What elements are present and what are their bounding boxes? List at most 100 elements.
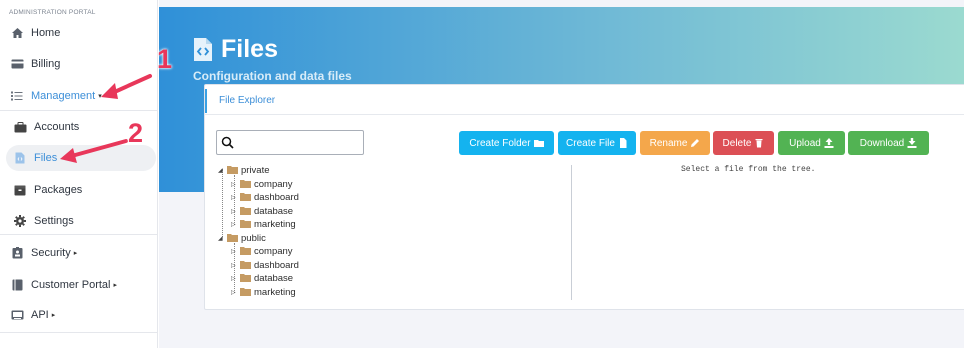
sidebar-item-billing[interactable]: Billing [0, 51, 158, 77]
divider [0, 332, 158, 333]
divider [0, 234, 158, 235]
sidebar-item-label: Packages [34, 184, 83, 196]
sidebar-item-label: Files [34, 152, 58, 164]
file-explorer-card: File Explorer Create Folder Create File … [204, 84, 964, 310]
rename-label: Rename [649, 137, 688, 149]
page-title-text: Files [221, 35, 278, 63]
sidebar-item-packages[interactable]: Packages [0, 177, 158, 203]
page-title: Files [193, 35, 278, 64]
tree-node-label: dashboard [254, 191, 299, 203]
chevron-right-icon: ▸ [113, 282, 117, 289]
terminal-icon [10, 308, 24, 322]
home-icon [10, 26, 24, 40]
download-button[interactable]: Download [848, 131, 929, 155]
card-header: File Explorer [205, 85, 964, 115]
package-icon [13, 183, 27, 197]
rename-button[interactable]: Rename [640, 131, 710, 155]
folder-icon [240, 220, 251, 228]
delete-button[interactable]: Delete [713, 131, 774, 155]
tree-node-label: public [241, 232, 266, 244]
folder-icon [240, 274, 251, 282]
caret-right-icon: ▷ [231, 181, 236, 188]
card-title: File Explorer [219, 95, 276, 106]
file-code-icon [13, 151, 27, 165]
tree-folder-private-database[interactable]: ▷ database [231, 205, 293, 217]
tree-node-label: company [254, 245, 293, 257]
download-label: Download [859, 137, 905, 149]
tree-folder-public[interactable]: ◢ public [218, 232, 266, 244]
annotation-step-1: 1 [157, 44, 173, 74]
trash-icon [755, 139, 763, 148]
tree-folder-public-database[interactable]: ▷ database [231, 272, 293, 284]
create-folder-button[interactable]: Create Folder [459, 131, 554, 155]
chevron-down-icon: ▾ [98, 93, 102, 100]
folder-icon [240, 207, 251, 215]
tree-folder-private-dashboard[interactable]: ▷ dashboard [231, 191, 299, 203]
chevron-right-icon: ▸ [73, 250, 78, 257]
file-icon [619, 138, 627, 148]
caret-right-icon: ▷ [231, 221, 236, 228]
search-icon [221, 136, 234, 149]
main-content: Files Configuration and data files File … [159, 0, 964, 348]
create-file-label: Create File [566, 137, 615, 149]
caret-right-icon: ▷ [231, 275, 236, 282]
page-subtitle: Configuration and data files [193, 69, 352, 83]
sidebar: ADMINISTRATION PORTAL Home Billing Manag… [0, 0, 158, 348]
tree-guide [222, 169, 223, 237]
download-icon [907, 138, 917, 148]
credit-card-icon [10, 57, 24, 71]
sidebar-item-home[interactable]: Home [0, 20, 158, 46]
sidebar-item-security[interactable]: Security ▸ [0, 240, 158, 266]
folder-icon [240, 288, 251, 296]
book-icon [10, 278, 24, 292]
caret-right-icon: ▷ [231, 289, 236, 296]
file-tree: ◢ private ▷ company ▷ dashboard ▷ databa… [218, 163, 368, 303]
sidebar-item-settings[interactable]: Settings [0, 208, 158, 234]
caret-right-icon: ▷ [231, 208, 236, 215]
sidebar-item-label: Billing [31, 58, 61, 70]
sidebar-item-label: Management [31, 90, 96, 102]
folder-icon [533, 140, 544, 147]
sidebar-item-label: API [31, 309, 49, 321]
tree-node-label: private [241, 164, 270, 176]
sidebar-item-customer-portal[interactable]: Customer Portal ▸ [0, 272, 158, 298]
chevron-right-icon: ▸ [51, 312, 56, 319]
tree-folder-public-dashboard[interactable]: ▷ dashboard [231, 259, 299, 271]
tree-node-label: marketing [254, 218, 296, 230]
tree-node-label: dashboard [254, 259, 299, 271]
gear-icon [13, 214, 27, 228]
search-input[interactable] [237, 133, 357, 152]
sidebar-item-api[interactable]: API ▸ [0, 302, 158, 328]
caret-right-icon: ▷ [231, 194, 236, 201]
upload-button[interactable]: Upload [778, 131, 845, 155]
tree-node-label: database [254, 272, 294, 284]
sidebar-item-label: Customer Portal [31, 279, 111, 291]
caret-right-icon: ▷ [231, 248, 236, 255]
folder-icon [240, 247, 251, 255]
tree-node-label: database [254, 205, 294, 217]
portal-title: ADMINISTRATION PORTAL [9, 9, 96, 16]
id-badge-icon [10, 246, 24, 260]
folder-icon [240, 193, 251, 201]
tree-folder-public-marketing[interactable]: ▷ marketing [231, 286, 296, 298]
preview-hint: Select a file from the tree. [681, 165, 816, 174]
pane-divider[interactable] [571, 165, 572, 300]
search-box [216, 130, 364, 155]
tree-folder-public-company[interactable]: ▷ company [231, 245, 293, 257]
tree-node-label: marketing [254, 286, 296, 298]
divider [0, 110, 158, 111]
sidebar-item-label: Security [31, 247, 71, 259]
pencil-icon [691, 139, 700, 147]
create-folder-label: Create Folder [469, 137, 531, 149]
create-file-button[interactable]: Create File [558, 131, 636, 155]
tree-folder-private-marketing[interactable]: ▷ marketing [231, 218, 296, 230]
caret-right-icon: ▷ [231, 262, 236, 269]
tree-folder-private-company[interactable]: ▷ company [231, 178, 293, 190]
folder-icon [227, 234, 238, 242]
folder-icon [240, 261, 251, 269]
folder-icon [227, 166, 238, 174]
delete-label: Delete [722, 137, 752, 149]
tree-folder-private[interactable]: ◢ private [218, 164, 270, 176]
caret-down-icon: ◢ [218, 235, 223, 242]
sidebar-item-management[interactable]: Management ▾ [0, 83, 158, 109]
